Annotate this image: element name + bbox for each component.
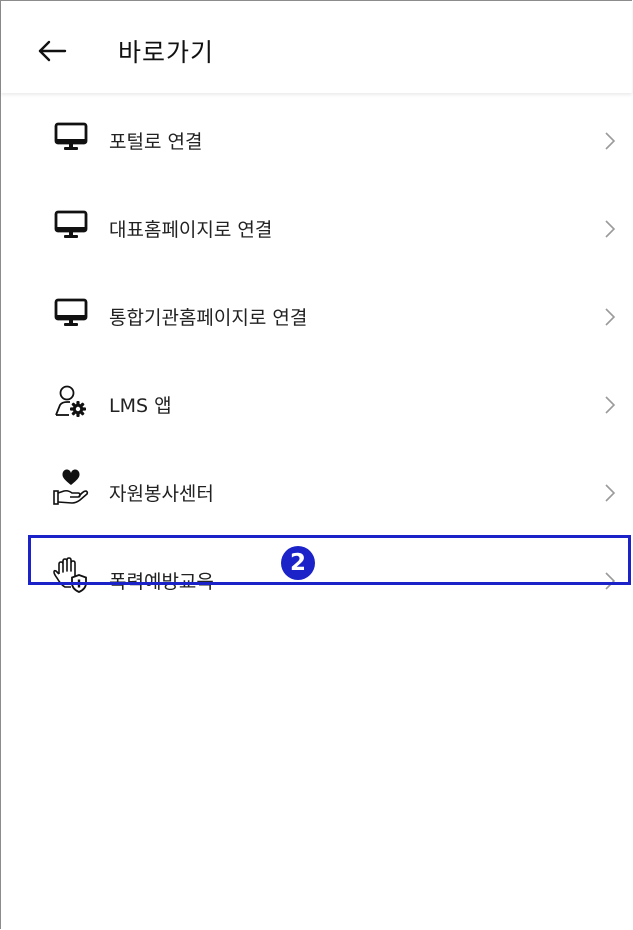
page-title: 바로가기 [118, 38, 215, 67]
menu-item-main-homepage[interactable]: 대표홈페이지로 연결 [1, 181, 632, 269]
menu-item-label: 포털로 연결 [109, 131, 203, 153]
chevron-right-icon [605, 308, 616, 326]
monitor-icon [51, 293, 91, 333]
chevron-right-icon [605, 396, 616, 414]
menu-item-volunteer-center[interactable]: 자원봉사센터 [1, 445, 632, 533]
menu-item-label: 통합기관홈페이지로 연결 [109, 307, 308, 329]
chevron-right-icon [605, 484, 616, 502]
heart-hand-icon [51, 467, 91, 507]
app-header: 바로가기 [1, 1, 632, 93]
back-button[interactable] [35, 36, 69, 66]
chevron-right-icon [605, 220, 616, 238]
step-badge: 2 [281, 546, 315, 580]
menu-item-label: 자원봉사센터 [109, 483, 214, 505]
menu-item-label: LMS 앱 [109, 395, 172, 417]
highlight-box [28, 535, 631, 585]
step-number: 2 [289, 549, 306, 576]
monitor-icon [51, 117, 91, 157]
arrow-left-icon [38, 40, 67, 62]
menu-item-label: 대표홈페이지로 연결 [109, 219, 273, 241]
chevron-right-icon [605, 132, 616, 150]
menu-item-lms-app[interactable]: LMS 앱 [1, 357, 632, 445]
user-gear-icon [51, 381, 91, 421]
monitor-icon [51, 205, 91, 245]
menu-item-integrated-homepage[interactable]: 통합기관홈페이지로 연결 [1, 269, 632, 357]
menu-item-portal[interactable]: 포털로 연결 [1, 93, 632, 181]
